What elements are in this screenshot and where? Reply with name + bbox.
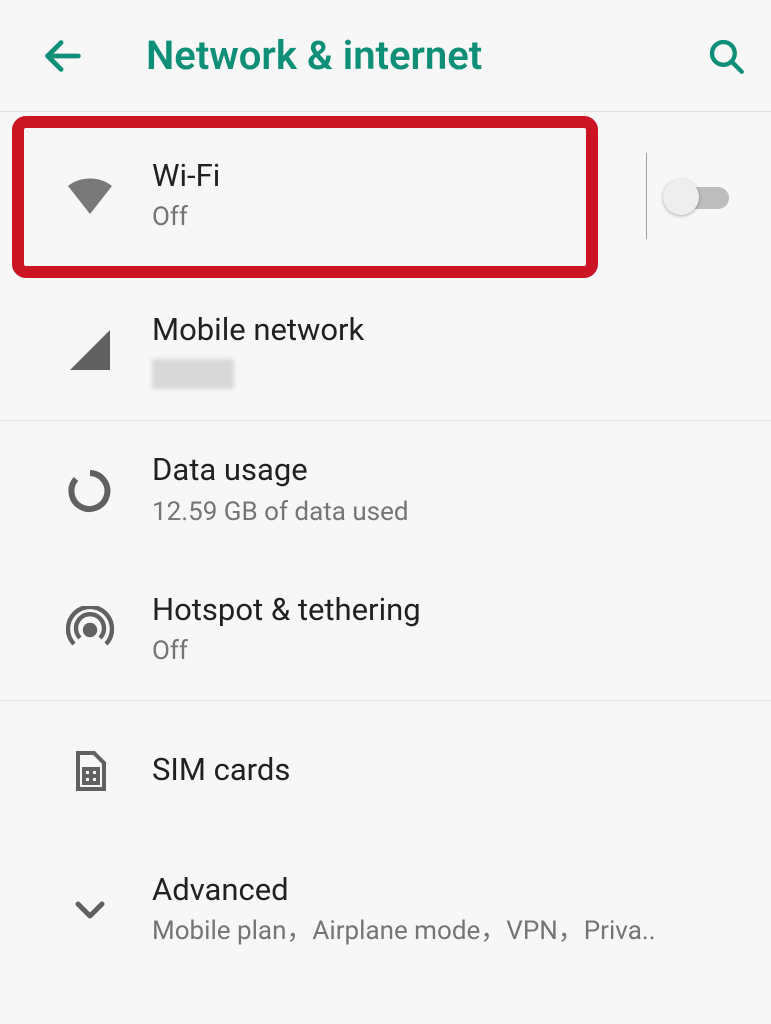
- hotspot-icon: [28, 606, 152, 654]
- data-usage-subtitle: 12.59 GB of data used: [152, 496, 747, 530]
- wifi-toggle[interactable]: [667, 181, 737, 211]
- data-usage-title: Data usage: [152, 451, 747, 490]
- toggle-divider: [646, 153, 647, 239]
- page-title: Network & internet: [146, 32, 705, 79]
- signal-icon: [28, 326, 152, 374]
- search-icon[interactable]: [705, 35, 747, 77]
- settings-item-wifi[interactable]: Wi-Fi Off: [0, 112, 771, 280]
- advanced-subtitle: Mobile plan，Airplane mode，VPN，Priva..: [152, 915, 747, 949]
- wifi-icon: [28, 172, 152, 220]
- hotspot-title: Hotspot & tethering: [152, 591, 747, 630]
- mobile-title: Mobile network: [152, 311, 747, 350]
- chevron-down-icon: [28, 886, 152, 934]
- sim-title: SIM cards: [152, 751, 747, 790]
- mobile-subtitle-redacted: [152, 359, 234, 389]
- hotspot-subtitle: Off: [152, 635, 747, 669]
- wifi-subtitle: Off: [152, 201, 636, 235]
- settings-item-data-usage[interactable]: Data usage 12.59 GB of data used: [0, 420, 771, 560]
- settings-list: Wi-Fi Off Mobile network Data usage: [0, 112, 771, 980]
- settings-item-advanced[interactable]: Advanced Mobile plan，Airplane mode，VPN，P…: [0, 840, 771, 980]
- advanced-title: Advanced: [152, 871, 747, 910]
- data-usage-icon: [28, 467, 152, 515]
- settings-item-sim-cards[interactable]: SIM cards: [0, 700, 771, 840]
- wifi-title: Wi-Fi: [152, 157, 636, 196]
- settings-item-hotspot[interactable]: Hotspot & tethering Off: [0, 560, 771, 700]
- app-header: Network & internet: [0, 0, 771, 112]
- sim-card-icon: [28, 747, 152, 795]
- settings-item-mobile-network[interactable]: Mobile network: [0, 280, 771, 420]
- back-arrow-icon[interactable]: [40, 33, 86, 79]
